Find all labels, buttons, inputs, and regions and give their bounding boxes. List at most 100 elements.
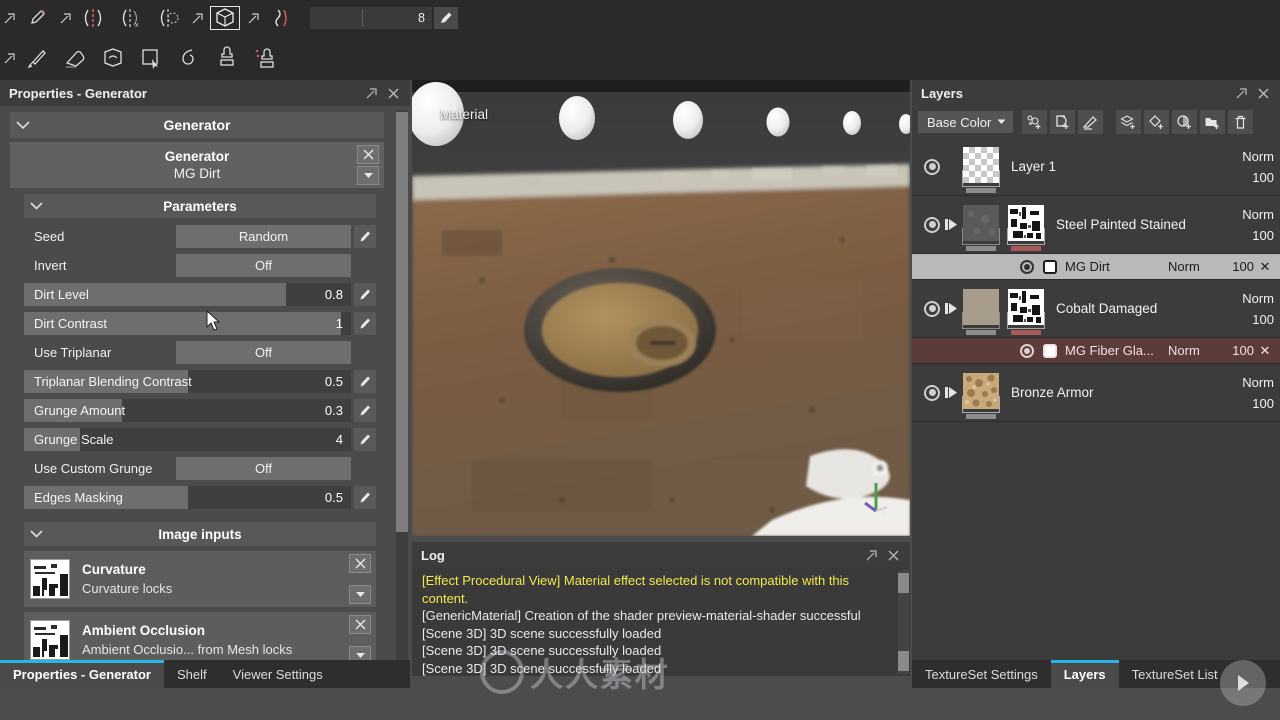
layer-blend-mode[interactable]: Norm (1218, 291, 1274, 306)
section-parameters[interactable]: Parameters (24, 194, 376, 218)
close-icon[interactable] (382, 83, 404, 103)
slider-dirt-contrast[interactable]: Dirt Contrast 1 (24, 312, 351, 335)
layer-effect-row[interactable]: MG Fiber Gla... Norm 100 ✕ (912, 338, 1280, 364)
toolbar-expand-icon[interactable] (0, 2, 18, 34)
channel-selector[interactable]: Base Color (918, 111, 1014, 133)
image-input-dropdown-button[interactable] (349, 585, 371, 604)
layer-blend-mode[interactable]: Norm (1218, 375, 1274, 390)
toolbar-expand-icon-3[interactable] (188, 2, 206, 34)
tab-layers[interactable]: Layers (1050, 660, 1119, 688)
layer-opacity[interactable]: 100 (1218, 312, 1274, 327)
tab-textureset-list[interactable]: TextureSet List (1119, 660, 1231, 688)
properties-scrollbar-thumb[interactable] (396, 112, 408, 532)
layer-effect-row[interactable]: MG Dirt Norm 100 ✕ (912, 254, 1280, 280)
layer-opacity[interactable]: 100 (1218, 396, 1274, 411)
toolbar-expand-icon-4[interactable] (244, 2, 262, 34)
mirror-curve-icon[interactable] (262, 2, 300, 34)
effect-visibility-toggle[interactable] (1020, 343, 1034, 358)
effect-blend-mode[interactable]: Norm (1168, 259, 1216, 274)
table-row[interactable]: Bronze Armor Norm 100 (912, 364, 1280, 422)
toolbar-expand-icon-2[interactable] (56, 2, 74, 34)
log-scrollbar-thumb-top[interactable] (898, 573, 909, 593)
close-icon-log[interactable] (882, 545, 904, 565)
log-scrollbar[interactable] (898, 570, 909, 674)
log-scrollbar-thumb-bottom[interactable] (898, 651, 909, 671)
effect-remove-icon[interactable]: ✕ (1254, 343, 1276, 359)
combo-use-custom-grunge[interactable]: Off (176, 457, 351, 480)
projection-icon[interactable] (94, 42, 132, 74)
float-panel-icon-layers[interactable] (1230, 83, 1252, 103)
effect-blend-mode[interactable]: Norm (1168, 343, 1216, 358)
table-row[interactable]: Steel Painted Stained Norm 100 (912, 196, 1280, 254)
symmetry-toggle-icon[interactable] (74, 2, 112, 34)
combo-use-triplanar[interactable]: Off (176, 341, 351, 364)
tab-shelf[interactable]: Shelf (164, 660, 220, 688)
layer-visibility-toggle[interactable] (924, 384, 940, 401)
layer-expand-icon[interactable] (940, 302, 962, 315)
layer-opacity[interactable]: 100 (1218, 170, 1274, 185)
symmetry-axis-x-icon[interactable]: x (112, 2, 150, 34)
slider-grunge-scale[interactable]: Grunge Scale 4 (24, 428, 351, 451)
image-input-remove-button[interactable] (349, 554, 371, 573)
brush-size-input[interactable]: 8 (310, 7, 432, 29)
table-row[interactable]: Layer 1 Norm 100 (912, 138, 1280, 196)
cube-projection-icon[interactable] (206, 2, 244, 34)
eraser-icon[interactable] (56, 42, 94, 74)
parameter-edit-icon[interactable] (354, 312, 376, 335)
generator-remove-button[interactable] (357, 145, 379, 164)
symmetry-rotation-icon[interactable] (150, 2, 188, 34)
layer-blend-mode[interactable]: Norm (1218, 207, 1274, 222)
add-fill-icon[interactable] (1144, 110, 1170, 134)
tab-properties-generator[interactable]: Properties - Generator (0, 660, 164, 688)
section-generator[interactable]: Generator (10, 112, 384, 138)
combo-seed[interactable]: Random (176, 225, 351, 248)
add-folder-icon[interactable] (1200, 110, 1226, 134)
parameter-edit-icon[interactable] (354, 428, 376, 451)
layer-visibility-toggle[interactable] (924, 216, 940, 233)
slider-edges-masking[interactable]: Edges Masking 0.5 (24, 486, 351, 509)
effect-opacity[interactable]: 100 (1216, 259, 1254, 274)
add-effect-icon[interactable] (1022, 110, 1048, 134)
parameter-edit-icon[interactable] (354, 486, 376, 509)
3d-viewport[interactable]: Material Y Z (412, 80, 910, 536)
layer-opacity[interactable]: 100 (1218, 228, 1274, 243)
clone-stamp-icon[interactable] (208, 42, 246, 74)
slider-dirt-level[interactable]: Dirt Level 0.8 (24, 283, 351, 306)
parameter-edit-icon[interactable] (354, 399, 376, 422)
tab-textureset-settings[interactable]: TextureSet Settings (912, 660, 1051, 688)
properties-scrollbar[interactable] (396, 110, 408, 672)
layer-expand-icon[interactable] (940, 218, 962, 231)
smudge-icon[interactable] (170, 42, 208, 74)
log-body[interactable]: [Effect Procedural View] Material effect… (412, 568, 910, 676)
table-row[interactable]: Cobalt Damaged Norm 100 (912, 280, 1280, 338)
add-mask-icon[interactable] (1050, 110, 1076, 134)
layer-expand-icon[interactable] (940, 386, 962, 399)
brush-size-edit-icon[interactable] (434, 7, 458, 29)
clone-stamp-pins-icon[interactable] (246, 42, 284, 74)
tab-viewer-settings[interactable]: Viewer Settings (220, 660, 336, 688)
parameter-edit-icon[interactable] (354, 283, 376, 306)
close-icon-layers[interactable] (1252, 83, 1274, 103)
float-panel-icon-log[interactable] (860, 545, 882, 565)
geometry-decal-icon[interactable] (132, 42, 170, 74)
effect-remove-icon[interactable]: ✕ (1254, 259, 1276, 275)
generator-dropdown-button[interactable] (357, 166, 379, 185)
slider-grunge-amount[interactable]: Grunge Amount 0.3 (24, 399, 351, 422)
slider-triplanar-blending-contrast[interactable]: Triplanar Blending Contrast 0.5 (24, 370, 351, 393)
effect-visibility-toggle[interactable] (1020, 259, 1034, 274)
float-panel-icon[interactable] (360, 83, 382, 103)
add-paint-icon[interactable] (1078, 110, 1104, 134)
layer-visibility-toggle[interactable] (924, 158, 940, 175)
parameter-edit-icon[interactable] (354, 370, 376, 393)
paint-brush-icon[interactable] (18, 42, 56, 74)
add-adjustment-icon[interactable] (1172, 110, 1198, 134)
layer-blend-mode[interactable]: Norm (1218, 149, 1274, 164)
layer-visibility-toggle[interactable] (924, 300, 940, 317)
parameter-edit-icon[interactable] (354, 225, 376, 248)
delete-layer-icon[interactable] (1228, 110, 1254, 134)
combo-invert[interactable]: Off (176, 254, 351, 277)
effect-opacity[interactable]: 100 (1216, 343, 1254, 358)
toolbar-expand-icon-5[interactable] (0, 42, 18, 74)
section-image-inputs[interactable]: Image inputs (24, 522, 376, 546)
add-layer-icon[interactable] (1116, 110, 1142, 134)
